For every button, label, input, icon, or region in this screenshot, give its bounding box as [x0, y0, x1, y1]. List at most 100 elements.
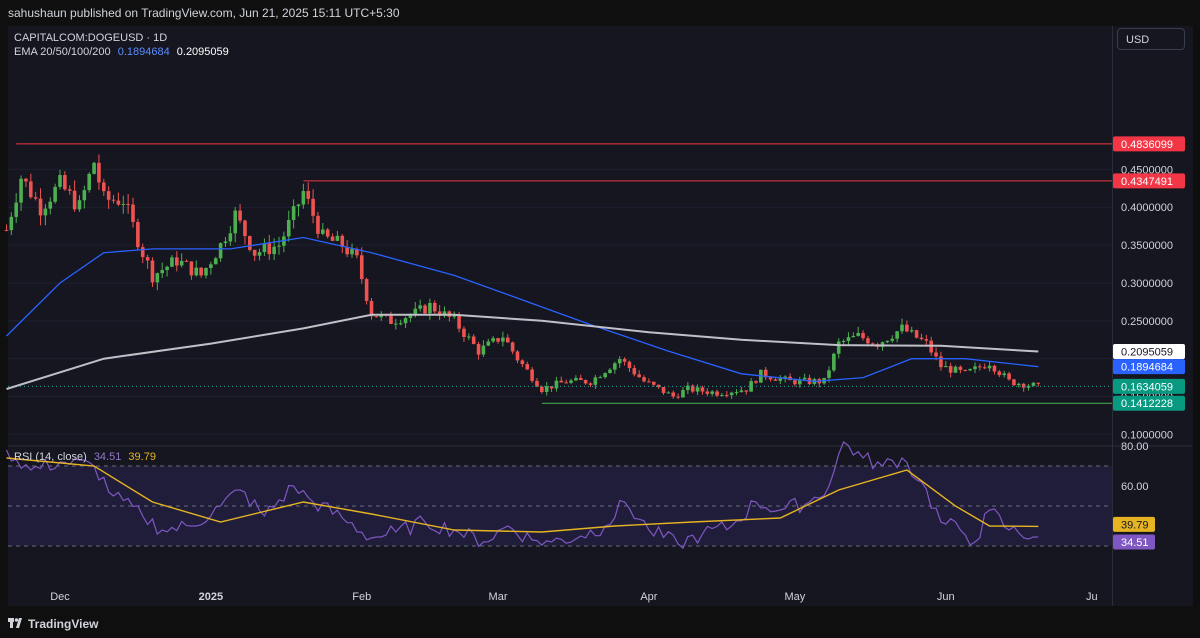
- candle-body: [827, 370, 831, 378]
- candle-body: [535, 380, 539, 387]
- rsi-tick-label: 80.00: [1121, 441, 1149, 453]
- candle-body: [501, 337, 505, 342]
- candle-body: [467, 336, 471, 338]
- candle-body: [9, 216, 14, 231]
- candle-body: [1021, 383, 1026, 388]
- candle-body: [252, 249, 257, 256]
- candle-body: [861, 332, 865, 339]
- rsi-legend: RSI (14, close) 34.51 39.79: [14, 451, 156, 463]
- candle-body: [632, 368, 637, 375]
- candle-body: [530, 369, 534, 381]
- candle-body: [106, 191, 111, 200]
- candle-body: [841, 341, 846, 343]
- candle-body: [520, 360, 525, 365]
- candle-body: [19, 178, 23, 203]
- price-axis-label: 0.1412228: [1121, 398, 1173, 410]
- candle-body: [613, 363, 617, 370]
- candle-body: [170, 257, 174, 267]
- candle-body: [836, 341, 841, 354]
- price-axis-label: 0.2095059: [1121, 346, 1173, 358]
- candle-body: [919, 337, 924, 340]
- candle-body: [627, 361, 632, 369]
- rsi-label: RSI (14, close): [14, 451, 87, 463]
- candle-body: [4, 229, 9, 231]
- candle-body: [277, 245, 281, 247]
- candle-body: [885, 340, 890, 343]
- chart-canvas[interactable]: 0.45000000.40000000.35000000.30000000.25…: [0, 0, 1200, 638]
- symbol-legend: CAPITALCOM:DOGEUSD · 1D: [14, 32, 167, 44]
- candle-body: [934, 352, 938, 357]
- candle-body: [754, 381, 758, 383]
- candle-body: [194, 267, 199, 276]
- candle-body: [681, 390, 685, 398]
- candle-body: [734, 392, 739, 394]
- candle-body: [301, 191, 306, 205]
- tradingview-logo-icon: [8, 618, 22, 628]
- candle-body: [505, 337, 510, 343]
- symbol-title: CAPITALCOM:DOGEUSD · 1D: [14, 32, 168, 44]
- candle-body: [28, 181, 33, 198]
- candle-body: [374, 316, 379, 318]
- candle-body: [155, 273, 160, 283]
- candle-body: [661, 387, 666, 394]
- candle-body: [588, 383, 593, 385]
- time-tick-label: Apr: [640, 591, 657, 603]
- candle-body: [598, 377, 603, 379]
- time-tick-label: Mar: [489, 591, 508, 603]
- footer-bar: TradingView: [0, 610, 1200, 638]
- candle-body: [987, 365, 992, 369]
- price-tick-label: 0.4000000: [1121, 202, 1173, 214]
- candle-body: [1002, 373, 1006, 376]
- price-axis-label: 0.1634059: [1121, 381, 1173, 393]
- price-axis-label: 0.4347491: [1121, 176, 1173, 188]
- candle-body: [432, 302, 437, 312]
- candle-body: [394, 323, 398, 325]
- candle-body: [559, 380, 564, 383]
- time-tick-label: Dec: [50, 591, 70, 603]
- candle-body: [603, 373, 607, 378]
- candle-body: [695, 387, 700, 392]
- candle-body: [510, 342, 515, 352]
- candle-body: [851, 335, 856, 338]
- candle-body: [257, 252, 262, 256]
- candle-body: [228, 233, 233, 242]
- time-tick-label: Feb: [352, 591, 371, 603]
- candle-body: [544, 386, 549, 392]
- candle-body: [43, 208, 48, 216]
- candle-body: [700, 387, 705, 392]
- candle-body: [38, 198, 43, 216]
- price-axis-label: 0.4836099: [1121, 139, 1173, 151]
- candle-body: [335, 235, 340, 241]
- candle-body: [958, 366, 963, 370]
- candle-body: [131, 204, 135, 222]
- candle-body: [909, 330, 914, 332]
- rsi-ma-value: 39.79: [128, 451, 156, 463]
- candle-body: [77, 200, 82, 210]
- candles-group: [4, 154, 1041, 400]
- candle-body: [905, 324, 909, 332]
- time-tick-label: Ju: [1086, 591, 1098, 603]
- candle-body: [496, 338, 500, 342]
- candle-body: [121, 203, 126, 205]
- currency-button[interactable]: USD: [1117, 28, 1185, 50]
- candle-body: [651, 381, 656, 385]
- candle-body: [316, 215, 320, 234]
- candle-body: [1036, 382, 1041, 384]
- candle-body: [744, 390, 749, 392]
- candle-body: [423, 305, 427, 314]
- candle-body: [92, 162, 96, 174]
- candle-body: [330, 236, 335, 241]
- candle-body: [900, 324, 904, 332]
- candle-body: [617, 359, 622, 364]
- candle-body: [428, 302, 432, 314]
- rsi-axis-label: 39.79: [1121, 519, 1149, 531]
- candle-body: [82, 190, 87, 201]
- candle-body: [403, 318, 408, 324]
- candle-body: [978, 366, 982, 368]
- candle-body: [184, 260, 189, 262]
- candle-body: [233, 210, 238, 234]
- candle-body: [72, 190, 77, 210]
- candle-body: [914, 330, 919, 338]
- candle-body: [350, 248, 354, 255]
- candle-body: [53, 186, 57, 202]
